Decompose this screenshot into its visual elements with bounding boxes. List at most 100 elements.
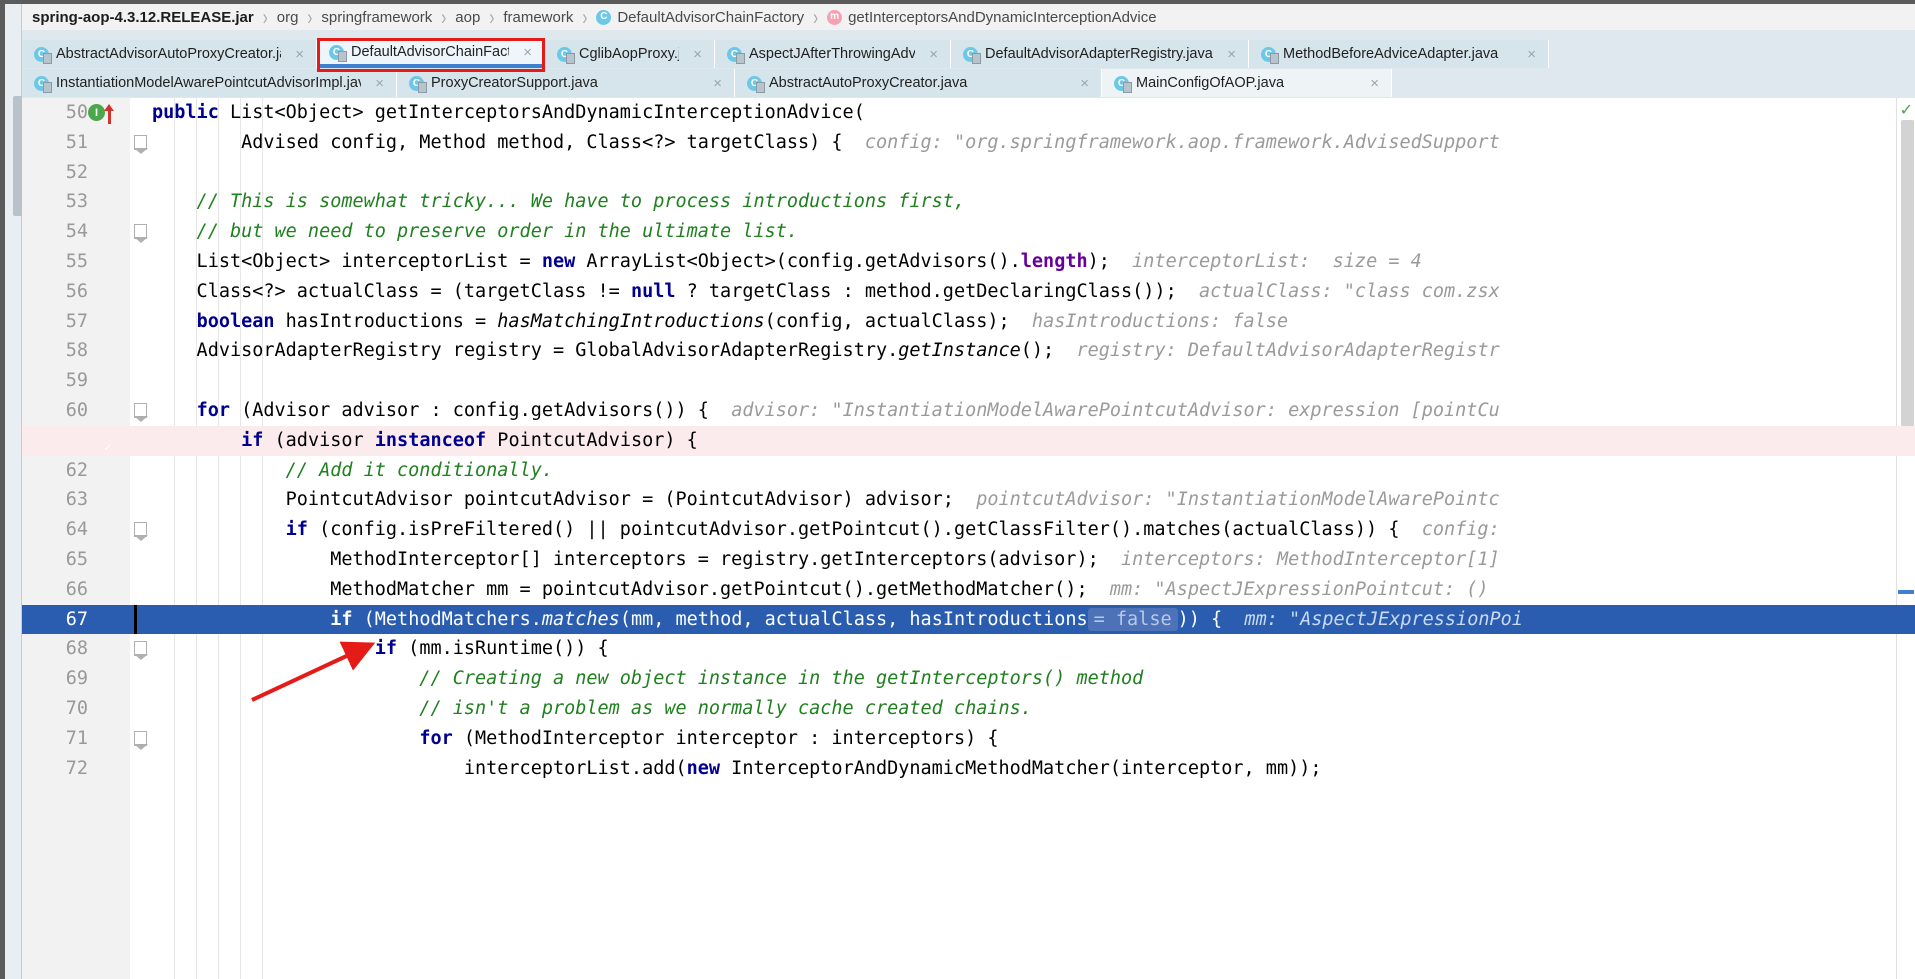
code-line[interactable]: List<Object> interceptorList = new Array… [152,247,1422,277]
breadcrumb-separator: › [813,4,819,30]
editor-tab-bar: C AbstractAdvisorAutoProxyCreator.java × C D… [22,30,1915,98]
code-line[interactable]: MethodMatcher mm = pointcutAdvisor.getPo… [152,575,1500,605]
code-fold-marker[interactable] [134,730,148,750]
breadcrumb-item-2[interactable]: springframework [321,10,432,25]
arrow-up-icon [104,104,114,124]
code-token: List<Object> getInterceptorsAndDynamicIn… [218,102,865,123]
code-line[interactable]: // Add it conditionally. [152,456,553,486]
breadcrumb-item-1[interactable]: org [277,10,299,25]
caret-marker[interactable] [1898,590,1914,594]
code-line[interactable]: // This is somewhat tricky... We have to… [152,187,966,217]
code-line[interactable]: if (config.isPreFiltered() || pointcutAd… [152,515,1500,545]
java-class-icon: C [1114,75,1132,93]
inline-debug-hint: mm: "AspectJExpressionPointcut: () [1087,578,1500,600]
editor-gutter[interactable]: 5051525354555657585960616263646566676869… [22,98,131,979]
code-fold-marker[interactable] [134,134,148,154]
code-token: hasMatchingIntroductions [497,310,765,332]
code-token: Advised config, Method method, Class<?> … [152,131,843,153]
breadcrumb-label: getInterceptorsAndDynamicInterceptionAdv… [848,8,1157,26]
java-class-icon: C [409,75,427,93]
left-tool-strip [5,4,23,979]
editor-tab[interactable]: C MethodBeforeAdviceAdapter.java × [1249,40,1549,68]
editor-tab[interactable]: C MainConfigOfAOP.java × [1102,69,1392,97]
editor-tab-row-2: C InstantiationModelAwarePointcutAdvisorI… [22,69,1915,97]
close-icon[interactable]: × [1370,75,1379,92]
code-line[interactable]: // but we need to preserve order in the … [152,217,798,247]
code-token: (mm, method, actualClass, hasIntroductio… [619,608,1088,630]
code-line[interactable]: AdvisorAdapterRegistry registry = Global… [152,336,1500,366]
code-line[interactable]: public List<Object> getInterceptorsAndDy… [152,98,865,128]
code-token: (mm.isRuntime()) { [397,638,609,660]
breadcrumb-label: framework [503,8,574,26]
code-line[interactable]: for (Advisor advisor : config.getAdvisor… [152,396,1500,426]
inline-debug-hint: interceptors: MethodInterceptor[1] [1098,549,1500,570]
code-line[interactable]: MethodInterceptor[] interceptors = regis… [152,545,1500,575]
code-line[interactable]: if (MethodMatchers.matches(mm, method, a… [152,605,1523,635]
code-fold-marker[interactable] [134,224,148,244]
code-token: if [285,519,308,541]
code-token: (MethodMatchers. [352,608,542,630]
close-icon[interactable]: × [1527,46,1536,63]
code-folding-strip[interactable] [130,98,152,979]
code-line[interactable]: if (advisor instanceof PointcutAdvisor) … [152,426,698,456]
run-gutter-icon[interactable]: I [88,104,105,121]
code-fold-marker[interactable] [134,522,148,542]
code-token: (config.isPreFiltered() || pointcutAdvis… [307,519,1400,541]
editor-tab[interactable]: C AbstractAdvisorAutoProxyCreator.java × [22,40,317,68]
breadcrumb-item-6[interactable]: m getInterceptorsAndDynamicInterceptionAd… [827,8,1157,26]
close-icon[interactable]: × [693,46,702,63]
close-icon[interactable]: × [295,46,304,63]
close-icon[interactable]: × [1227,46,1236,63]
code-token: public [152,102,219,123]
breadcrumb: spring-aop-4.3.12.RELEASE.jar › org › spring… [22,4,1915,30]
breadcrumb-item-0[interactable]: spring-aop-4.3.12.RELEASE.jar [32,10,254,25]
inline-debug-hint: pointcutAdvisor: "InstantiationModelAwar… [953,489,1500,511]
inline-debug-hint: mm: "AspectJExpressionPoi [1222,608,1523,630]
code-token: null [630,280,676,302]
editor-tab-label: ProxyCreatorSupport.java [431,75,598,91]
editor-tab[interactable]: CDefaultAdvisorChainFactory.java × [317,40,545,68]
editor-tab[interactable]: C InstantiationModelAwarePointcutAdvisorI… [22,69,397,97]
editor-tab[interactable]: C DefaultAdvisorAdapterRegistry.java × [951,40,1249,68]
java-class-icon: C [329,44,347,62]
code-line[interactable]: Advised config, Method method, Class<?> … [152,128,1500,158]
breadcrumb-item-3[interactable]: aop [455,10,480,25]
code-fold-marker[interactable] [134,403,148,422]
code-token: (Advisor advisor : config.getAdvisors())… [229,400,709,421]
close-icon[interactable]: × [713,75,722,92]
code-token: (config, actualClass); [764,310,1010,332]
line-number: 60 [65,400,88,421]
code-line[interactable]: interceptorList.add(new InterceptorAndDy… [152,754,1322,784]
code-line[interactable]: Class<?> actualClass = (targetClass != n… [152,277,1500,307]
close-icon[interactable]: × [523,44,532,61]
breadcrumb-separator: › [441,4,447,30]
code-editor[interactable]: 5051525354555657585960616263646566676869… [22,98,1915,979]
editor-tab[interactable]: C ProxyCreatorSupport.java × [397,69,735,97]
code-token: MethodInterceptor[] interceptors = regis… [152,549,1099,570]
code-token: )) { [1177,608,1223,630]
code-line[interactable]: for (MethodInterceptor interceptor : int… [152,724,998,754]
code-token: // Add it conditionally. [152,459,553,481]
breadcrumb-item-4[interactable]: framework [503,10,573,25]
close-icon[interactable]: × [929,46,938,63]
breadcrumb-item-5[interactable]: C DefaultAdvisorChainFactory [596,9,804,25]
code-content[interactable]: public List<Object> getInterceptorsAndDy… [152,98,1915,979]
editor-scrollbar-thumb[interactable] [1901,120,1914,450]
code-line[interactable]: boolean hasIntroductions = hasMatchingIn… [152,307,1289,337]
close-icon[interactable]: × [1080,75,1089,92]
code-fold-marker[interactable] [134,641,148,661]
line-number: 54 [65,221,88,243]
code-line[interactable]: PointcutAdvisor pointcutAdvisor = (Point… [152,485,1500,515]
close-icon[interactable]: × [375,75,384,92]
editor-tab[interactable]: CCglibAopProxy.java × [545,40,715,68]
editor-tab[interactable]: C AbstractAutoProxyCreator.java × [735,69,1102,97]
editor-tab[interactable]: CAspectJAfterThrowingAdvice.java × [715,40,951,68]
editor-tab-label: MainConfigOfAOP.java [1136,75,1285,91]
code-token: (); [1020,340,1055,362]
editor-marker-column[interactable]: ✓ [1896,98,1915,979]
editor-tab-label: DefaultAdvisorChainFactory.java [351,44,510,60]
